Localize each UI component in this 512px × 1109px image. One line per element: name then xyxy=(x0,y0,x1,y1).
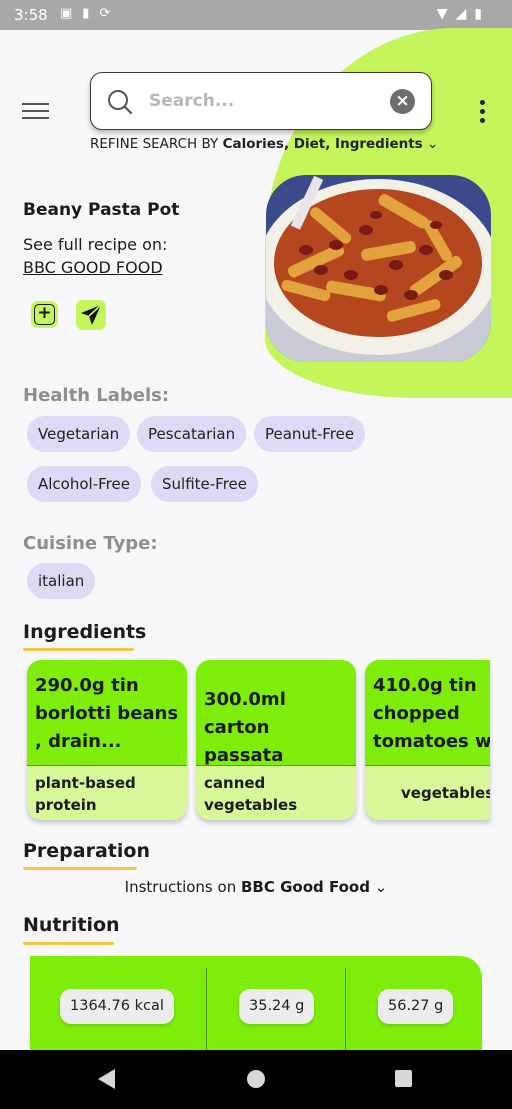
calories-value: 1364.76 kcal xyxy=(60,989,174,1024)
see-full-recipe-label: See full recipe on: xyxy=(23,235,168,254)
ingredient-card[interactable]: 290.0g tin borlotti beans , drain... pla… xyxy=(27,660,187,820)
battery-icon: ▮ xyxy=(474,6,482,22)
instructions-prefix: Instructions on xyxy=(124,878,237,896)
wifi-icon: ▼ xyxy=(436,6,448,22)
home-icon[interactable] xyxy=(247,1070,265,1088)
health-label-chip[interactable]: Pescatarian xyxy=(137,416,247,452)
ingredient-category: vegetables xyxy=(401,784,490,802)
ingredient-category: canned vegetables xyxy=(204,774,298,814)
ingredient-card[interactable]: 410.0g tin chopped tomatoes wi vegetable… xyxy=(365,660,490,820)
cuisine-type-label: Cuisine Type: xyxy=(23,533,158,554)
recipe-source-link[interactable]: BBC GOOD FOOD xyxy=(23,258,163,277)
ingredients-heading: Ingredients xyxy=(23,621,147,643)
ingredient-card[interactable]: 300.0ml carton passata canned vegetables xyxy=(196,660,356,820)
nutrition-divider xyxy=(206,968,207,1058)
preparation-heading: Preparation xyxy=(23,840,150,862)
system-icons: ▼ ◢ ▮ xyxy=(437,6,482,22)
recipe-image xyxy=(266,175,491,362)
cuisine-chip[interactable]: italian xyxy=(27,563,96,599)
share-button[interactable] xyxy=(76,300,106,330)
add-to-list-button[interactable]: + xyxy=(31,301,58,328)
health-label-chip[interactable]: Alcohol-Free xyxy=(27,466,141,502)
health-label-chip[interactable]: Sulfite-Free xyxy=(151,466,258,502)
refine-options: Calories, Diet, Ingredients xyxy=(222,136,423,152)
sd-card-icon: ▮ xyxy=(82,6,90,21)
nutrition-underline xyxy=(23,942,114,945)
chevron-down-icon: ⌄ xyxy=(427,136,439,152)
card-divider xyxy=(196,765,356,766)
health-label-chip[interactable]: Vegetarian xyxy=(27,416,131,452)
ingredients-underline xyxy=(23,648,134,651)
plus-square-icon: + xyxy=(34,304,55,325)
status-time: 3:58 xyxy=(14,6,48,24)
preparation-instructions-link[interactable]: Instructions on BBC Good Food ⌄ xyxy=(0,878,512,896)
hamburger-menu-icon[interactable] xyxy=(22,103,49,123)
nutrition-heading: Nutrition xyxy=(23,914,120,936)
card-divider xyxy=(365,765,490,766)
nutrition-divider xyxy=(345,968,346,1058)
notification-icons: ▣ ▮ ⟳ xyxy=(60,6,110,21)
ingredient-category: plant-based protein xyxy=(35,774,136,814)
card-divider xyxy=(27,765,187,766)
more-options-icon[interactable] xyxy=(476,100,488,126)
chevron-down-icon: ⌄ xyxy=(374,878,388,896)
health-labels-label: Health Labels: xyxy=(23,385,170,406)
ingredient-text: 290.0g tin borlotti beans , drain... xyxy=(27,660,187,765)
clear-search-icon[interactable]: × xyxy=(390,89,415,114)
search-bar[interactable]: × xyxy=(90,72,432,130)
refine-prefix: REFINE SEARCH BY xyxy=(90,136,219,152)
health-label-chip[interactable]: Peanut-Free xyxy=(254,416,366,452)
recipe-title: Beany Pasta Pot xyxy=(23,200,180,220)
ingredient-text: 410.0g tin chopped tomatoes wi xyxy=(365,660,490,765)
image-notification-icon: ▣ xyxy=(60,6,73,21)
status-bar: 3:58 ▣ ▮ ⟳ ▼ ◢ ▮ xyxy=(0,0,512,30)
navigation-bar xyxy=(0,1050,512,1109)
instructions-source: BBC Good Food xyxy=(241,878,370,896)
preparation-underline xyxy=(23,867,137,870)
nutrition-panel: 1364.76 kcal 35.24 g 56.27 g xyxy=(30,956,482,1058)
search-icon xyxy=(108,90,133,115)
ingredient-text: 300.0ml carton passata xyxy=(196,660,356,765)
back-icon[interactable] xyxy=(98,1069,115,1089)
sync-icon: ⟳ xyxy=(99,6,111,21)
nutrient-value: 35.24 g xyxy=(239,989,315,1024)
recents-icon[interactable] xyxy=(395,1070,412,1087)
send-icon xyxy=(81,304,102,325)
refine-search[interactable]: REFINE SEARCH BY Calories, Diet, Ingredi… xyxy=(90,136,438,152)
signal-icon: ◢ xyxy=(455,6,467,22)
search-input[interactable] xyxy=(149,87,379,115)
nutrient-value: 56.27 g xyxy=(378,989,454,1024)
